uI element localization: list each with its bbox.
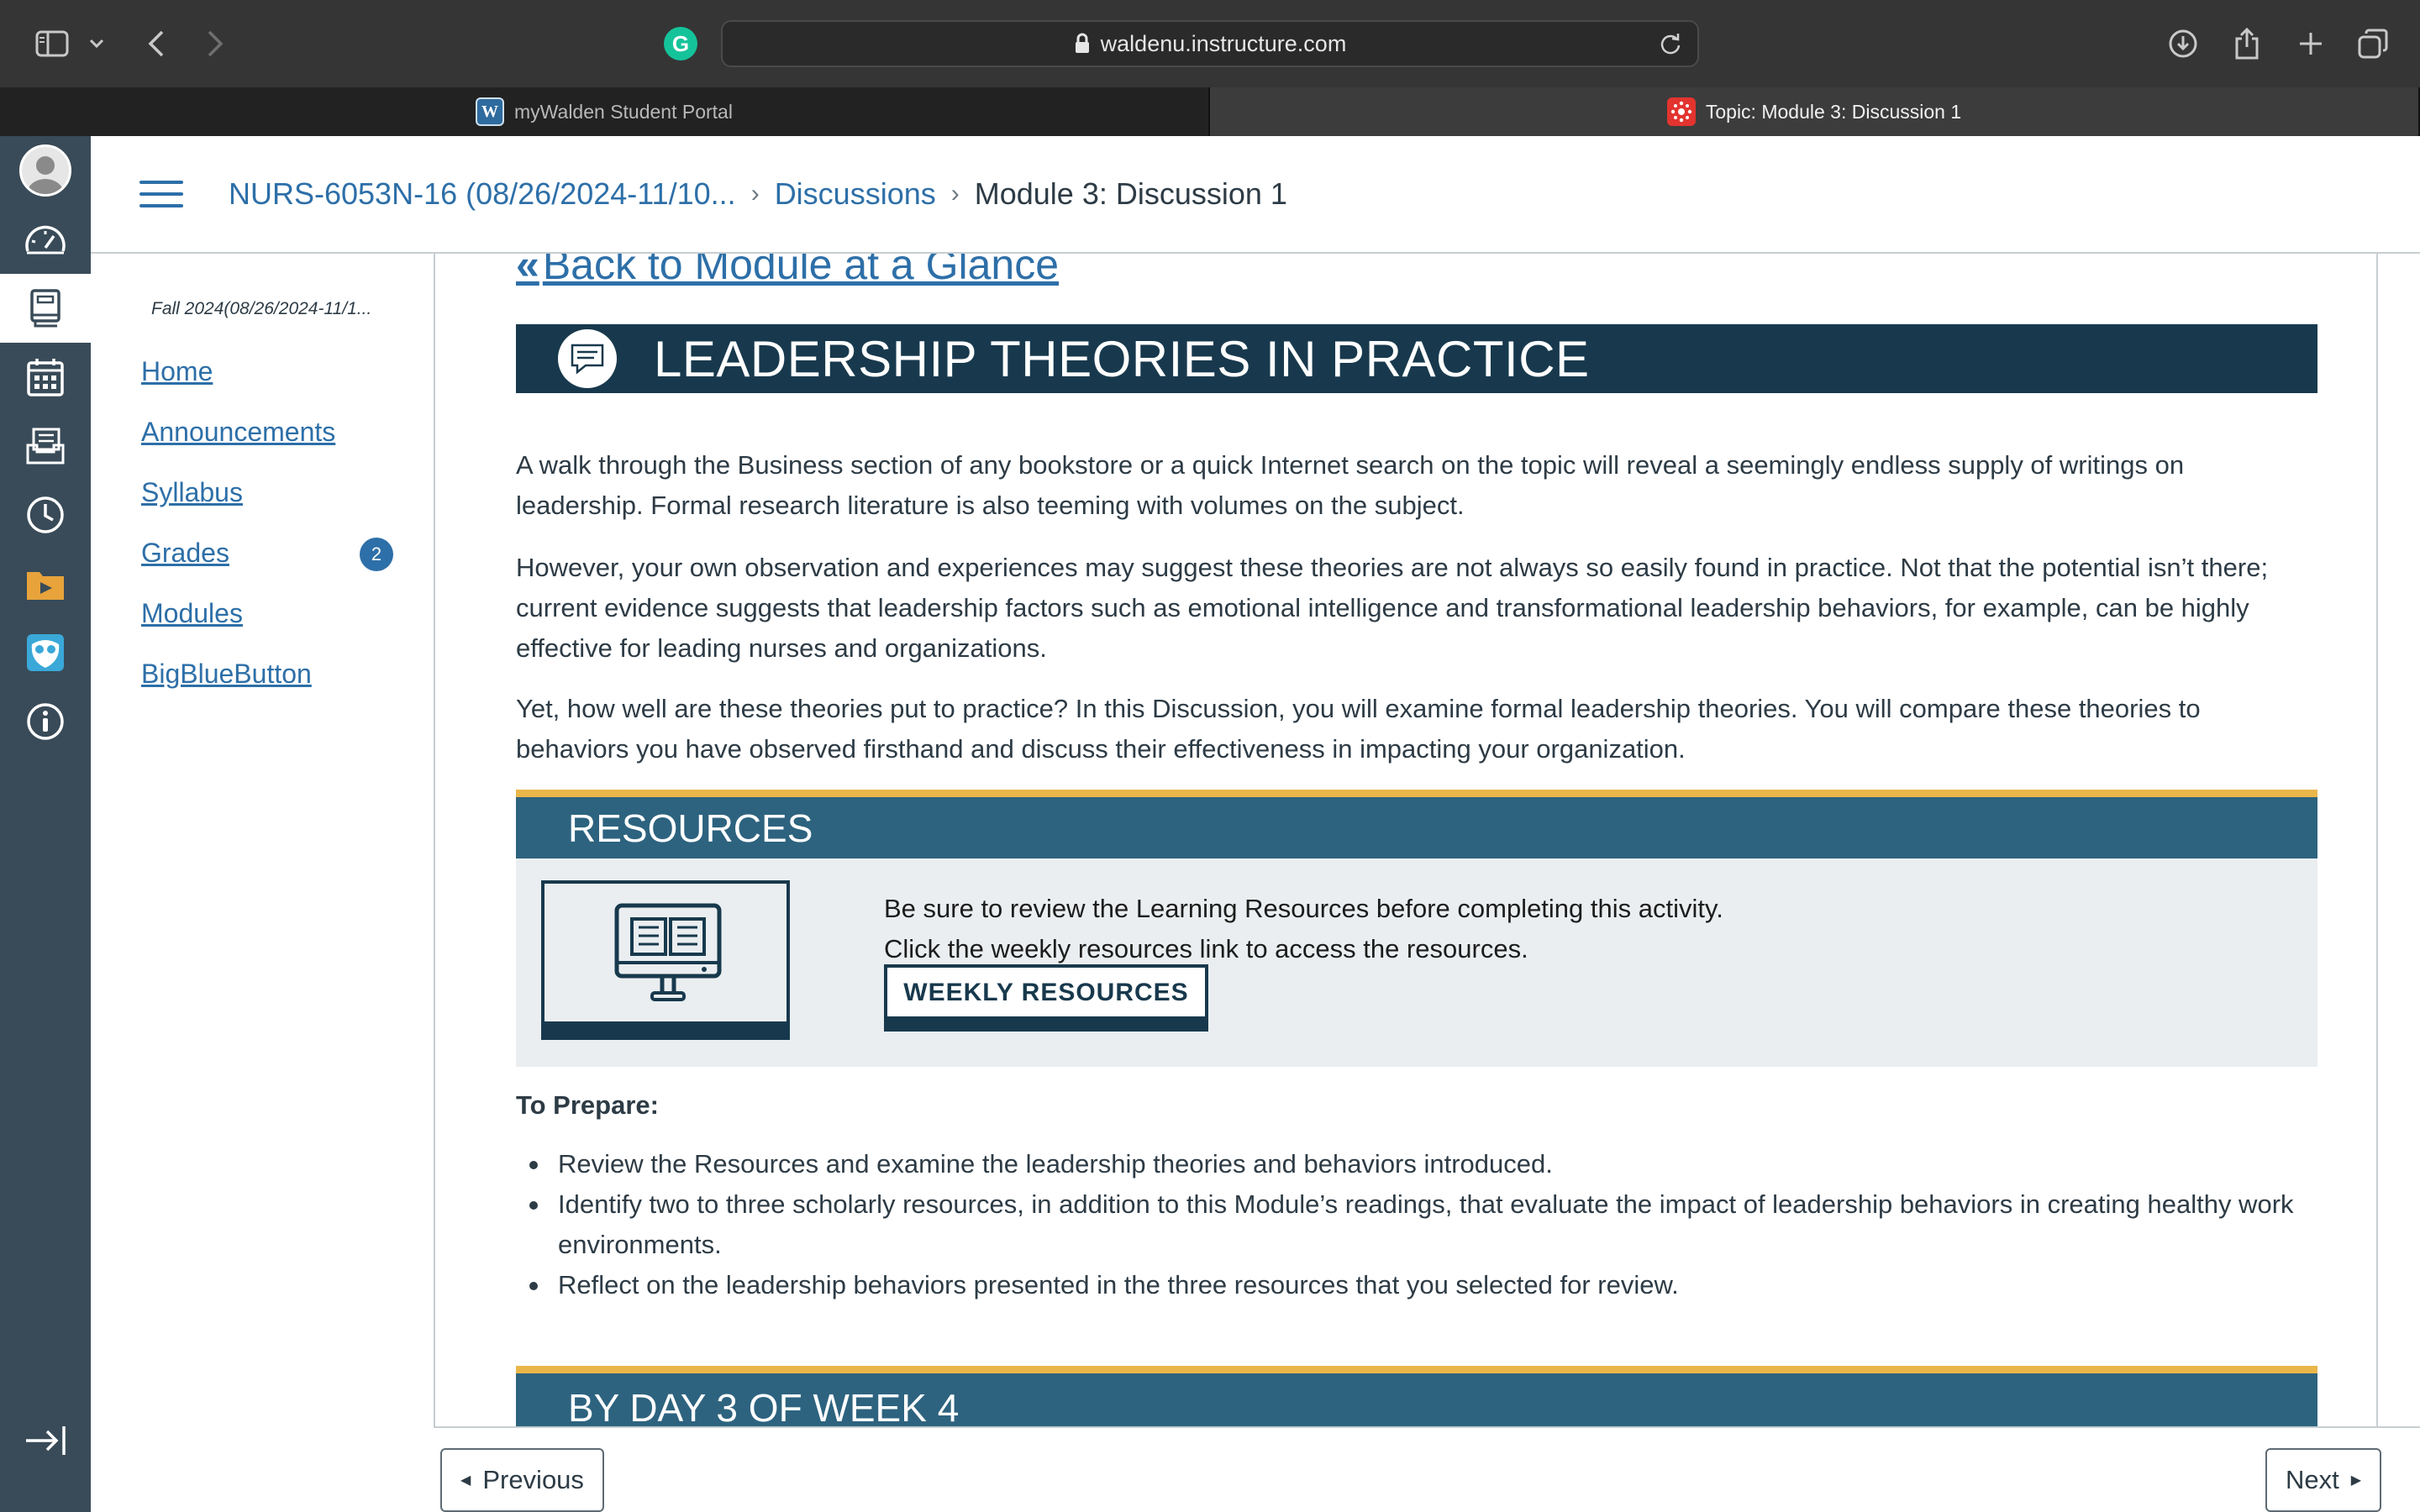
collapse-nav-icon[interactable] bbox=[0, 1406, 91, 1475]
caret-left-icon: ◀ bbox=[460, 1473, 471, 1488]
previous-label: Previous bbox=[482, 1465, 584, 1494]
courses-icon[interactable] bbox=[0, 274, 91, 343]
address-bar[interactable]: waldenu.instructure.com bbox=[721, 20, 1699, 67]
url-text: waldenu.instructure.com bbox=[1100, 30, 1347, 56]
avatar-icon bbox=[19, 144, 71, 197]
course-nav-home[interactable]: Home bbox=[141, 356, 213, 387]
back-arrow-icon[interactable] bbox=[139, 24, 173, 64]
calendar-icon[interactable] bbox=[0, 343, 91, 412]
chevron-right-icon: › bbox=[750, 180, 760, 207]
to-prepare-list: Review the Resources and examine the lea… bbox=[529, 1144, 2317, 1305]
by-day-heading: BY DAY 3 OF WEEK 4 bbox=[568, 1385, 960, 1427]
breadcrumb-discussions-link[interactable]: Discussions bbox=[775, 176, 936, 212]
course-nav-grades[interactable]: Grades bbox=[141, 538, 229, 569]
content-frame: «Back to Module at a Glance LEADERSHIP T… bbox=[434, 254, 2378, 1426]
breadcrumb: NURS-6053N-16 (08/26/2024-11/10... › Dis… bbox=[229, 176, 1287, 212]
title-banner: LEADERSHIP THEORIES IN PRACTICE bbox=[516, 324, 2317, 393]
new-tab-icon[interactable] bbox=[2294, 24, 2328, 64]
page-header: NURS-6053N-16 (08/26/2024-11/10... › Dis… bbox=[91, 136, 2420, 254]
course-nav-bigbluebutton[interactable]: BigBlueButton bbox=[141, 659, 312, 690]
global-navigation bbox=[0, 136, 91, 1512]
previous-button[interactable]: ◀ Previous bbox=[440, 1448, 604, 1512]
course-navigation: Fall 2024(08/26/2024-11/1... Home Announ… bbox=[91, 254, 434, 1430]
tab-label: myWalden Student Portal bbox=[514, 100, 733, 123]
course-nav-modules[interactable]: Modules bbox=[141, 598, 243, 629]
help-info-icon[interactable] bbox=[0, 687, 91, 756]
resources-line-1: Be sure to review the Learning Resources… bbox=[884, 894, 1723, 923]
resources-heading: RESOURCES bbox=[568, 806, 813, 850]
resources-header: RESOURCES bbox=[516, 790, 2317, 858]
sidebar-toggle-icon[interactable] bbox=[32, 24, 72, 64]
back-link-label: Back to Module at a Glance bbox=[542, 254, 1060, 288]
course-nav-syllabus[interactable]: Syllabus bbox=[141, 477, 243, 508]
chevron-down-icon[interactable] bbox=[84, 24, 109, 64]
tab-bar: W myWalden Student Portal Topic: Module … bbox=[0, 87, 2420, 136]
account-avatar[interactable] bbox=[0, 136, 91, 205]
download-icon[interactable] bbox=[2166, 24, 2200, 64]
breadcrumb-current: Module 3: Discussion 1 bbox=[974, 176, 1287, 211]
intro-paragraph-2: However, your own observation and experi… bbox=[516, 553, 2269, 663]
breadcrumb-course-link[interactable]: NURS-6053N-16 (08/26/2024-11/10... bbox=[229, 176, 736, 212]
to-prepare-heading: To Prepare: bbox=[516, 1090, 659, 1120]
grammarly-extension-icon[interactable]: G bbox=[664, 27, 697, 60]
hamburger-menu-icon[interactable] bbox=[139, 181, 183, 207]
weekly-resources-button[interactable]: WEEKLY RESOURCES bbox=[884, 964, 1208, 1032]
course-nav-announcements[interactable]: Announcements bbox=[141, 417, 335, 448]
computer-book-icon bbox=[541, 880, 790, 1040]
grades-count-badge: 2 bbox=[360, 538, 393, 571]
chevron-right-icon: › bbox=[950, 180, 960, 207]
reload-icon[interactable] bbox=[1659, 32, 1682, 61]
resources-instructions: Be sure to review the Learning Resources… bbox=[884, 889, 1723, 969]
tab-mywalden[interactable]: W myWalden Student Portal bbox=[0, 87, 1210, 136]
caret-right-icon: ▶ bbox=[2350, 1473, 2362, 1488]
canvas-favicon-icon bbox=[1666, 97, 1696, 126]
list-item: Identify two to three scholarly resource… bbox=[529, 1184, 2317, 1265]
weekly-resources-label: WEEKLY RESOURCES bbox=[903, 979, 1189, 1006]
back-to-module-link[interactable]: «Back to Module at a Glance bbox=[516, 254, 1059, 289]
share-icon[interactable] bbox=[2230, 24, 2264, 64]
tab-overview-icon[interactable] bbox=[2354, 24, 2391, 64]
by-day-header: BY DAY 3 OF WEEK 4 bbox=[516, 1366, 2317, 1426]
forward-arrow-icon[interactable] bbox=[198, 24, 232, 64]
list-item: Reflect on the leadership behaviors pres… bbox=[529, 1265, 2317, 1305]
term-label: Fall 2024(08/26/2024-11/1... bbox=[151, 299, 372, 318]
browser-toolbar: G waldenu.instructure.com bbox=[0, 0, 2420, 87]
tab-label: Topic: Module 3: Discussion 1 bbox=[1705, 100, 1962, 123]
history-clock-icon[interactable] bbox=[0, 480, 91, 549]
resources-line-2: Click the weekly resources link to acces… bbox=[884, 934, 1528, 963]
commons-folder-icon[interactable] bbox=[0, 549, 91, 618]
discussion-bubble-icon bbox=[558, 329, 617, 388]
module-sequence-footer: ◀ Previous Next ▶ bbox=[434, 1426, 2420, 1512]
inbox-icon[interactable] bbox=[0, 412, 91, 480]
walden-owl-icon[interactable] bbox=[0, 618, 91, 687]
tab-discussion[interactable]: Topic: Module 3: Discussion 1 bbox=[1210, 87, 2420, 136]
lock-icon bbox=[1074, 33, 1091, 55]
intro-paragraph-3: Yet, how well are these theories put to … bbox=[516, 694, 2201, 764]
intro-paragraph-1: A walk through the Business section of a… bbox=[516, 450, 2185, 520]
next-label: Next bbox=[2286, 1465, 2339, 1494]
next-button[interactable]: Next ▶ bbox=[2265, 1448, 2382, 1512]
double-chevron-left-icon: « bbox=[516, 254, 539, 288]
dashboard-icon[interactable] bbox=[0, 205, 91, 274]
page-title: LEADERSHIP THEORIES IN PRACTICE bbox=[654, 330, 1590, 387]
resources-section: RESOURCES Be sure to review the Learning… bbox=[516, 790, 2317, 1067]
walden-favicon-icon: W bbox=[476, 97, 505, 126]
list-item: Review the Resources and examine the lea… bbox=[529, 1144, 2317, 1184]
